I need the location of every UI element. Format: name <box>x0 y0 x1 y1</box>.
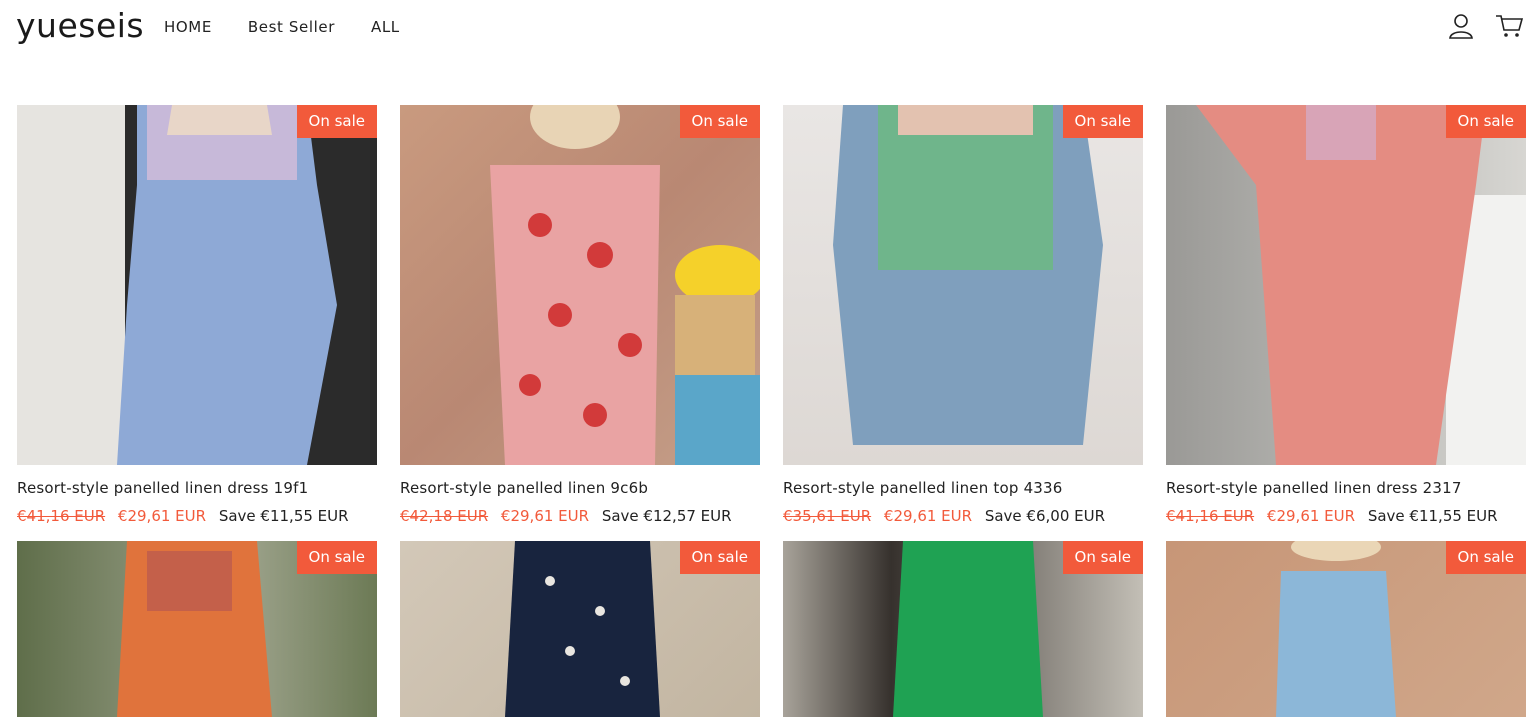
sale-badge: On sale <box>296 105 377 138</box>
price-save: Save €11,55 EUR <box>1367 507 1498 525</box>
price-save: Save €12,57 EUR <box>601 507 732 525</box>
price-new: €29,61 EUR <box>500 507 590 525</box>
sale-badge: On sale <box>679 105 760 138</box>
product-title[interactable]: Resort-style panelled linen top 4336 <box>783 479 1143 497</box>
sale-badge: On sale <box>1445 105 1526 138</box>
price-save: Save €6,00 EUR <box>984 507 1106 525</box>
product-card[interactable]: On sale <box>400 541 760 717</box>
product-card[interactable]: On sale Resort-style panelled linen 9c6b… <box>400 105 760 525</box>
price-old: €35,61 EUR <box>783 507 872 525</box>
dress-illustration <box>490 105 760 465</box>
site-header: yueseis HOME Best Seller ALL <box>0 0 1536 56</box>
product-image[interactable]: On sale <box>17 541 377 717</box>
product-image[interactable]: On sale <box>1166 541 1526 717</box>
price-new: €29,61 EUR <box>883 507 973 525</box>
price-new: €29,61 EUR <box>117 507 207 525</box>
price-new: €29,61 EUR <box>1266 507 1356 525</box>
product-card[interactable]: On sale <box>783 541 1143 717</box>
product-title[interactable]: Resort-style panelled linen 9c6b <box>400 479 760 497</box>
nav-all[interactable]: ALL <box>371 18 400 36</box>
dress-illustration <box>117 105 337 465</box>
price-old: €41,16 EUR <box>1166 507 1255 525</box>
product-image[interactable]: On sale <box>783 541 1143 717</box>
product-title[interactable]: Resort-style panelled linen dress 19f1 <box>17 479 377 497</box>
product-prices: €42,18 EUR €29,61 EUR Save €12,57 EUR <box>400 507 760 525</box>
product-image[interactable]: On sale <box>17 105 377 465</box>
product-prices: €41,16 EUR €29,61 EUR Save €11,55 EUR <box>1166 507 1526 525</box>
nav-best-seller[interactable]: Best Seller <box>248 18 335 36</box>
product-prices: €41,16 EUR €29,61 EUR Save €11,55 EUR <box>17 507 377 525</box>
product-card[interactable]: On sale Resort-style panelled linen dres… <box>1166 105 1526 525</box>
price-old: €41,16 EUR <box>17 507 106 525</box>
product-prices: €35,61 EUR €29,61 EUR Save €6,00 EUR <box>783 507 1143 525</box>
sale-badge: On sale <box>679 541 760 574</box>
product-row-2: On sale On sale On sale On sale <box>17 541 1526 717</box>
sale-badge: On sale <box>1062 541 1143 574</box>
product-row-1: On sale Resort-style panelled linen dres… <box>17 105 1526 525</box>
sale-badge: On sale <box>1445 541 1526 574</box>
dress-illustration <box>1196 105 1526 465</box>
product-card[interactable]: On sale Resort-style panelled linen dres… <box>17 105 377 525</box>
sale-badge: On sale <box>296 541 377 574</box>
product-image[interactable]: On sale <box>400 541 760 717</box>
sale-badge: On sale <box>1062 105 1143 138</box>
site-logo[interactable]: yueseis <box>16 6 144 45</box>
nav-home[interactable]: HOME <box>164 18 212 36</box>
product-title[interactable]: Resort-style panelled linen dress 2317 <box>1166 479 1526 497</box>
product-image[interactable]: On sale <box>400 105 760 465</box>
cart-icon[interactable] <box>1494 12 1524 40</box>
top-illustration <box>833 105 1103 445</box>
price-old: €42,18 EUR <box>400 507 489 525</box>
product-image[interactable]: On sale <box>783 105 1143 465</box>
header-icons <box>1446 12 1524 40</box>
product-image[interactable]: On sale <box>1166 105 1526 465</box>
price-save: Save €11,55 EUR <box>218 507 349 525</box>
product-card[interactable]: On sale <box>1166 541 1526 717</box>
user-icon[interactable] <box>1446 12 1476 40</box>
main-nav: HOME Best Seller ALL <box>164 18 400 36</box>
product-card[interactable]: On sale <box>17 541 377 717</box>
product-card[interactable]: On sale Resort-style panelled linen top … <box>783 105 1143 525</box>
